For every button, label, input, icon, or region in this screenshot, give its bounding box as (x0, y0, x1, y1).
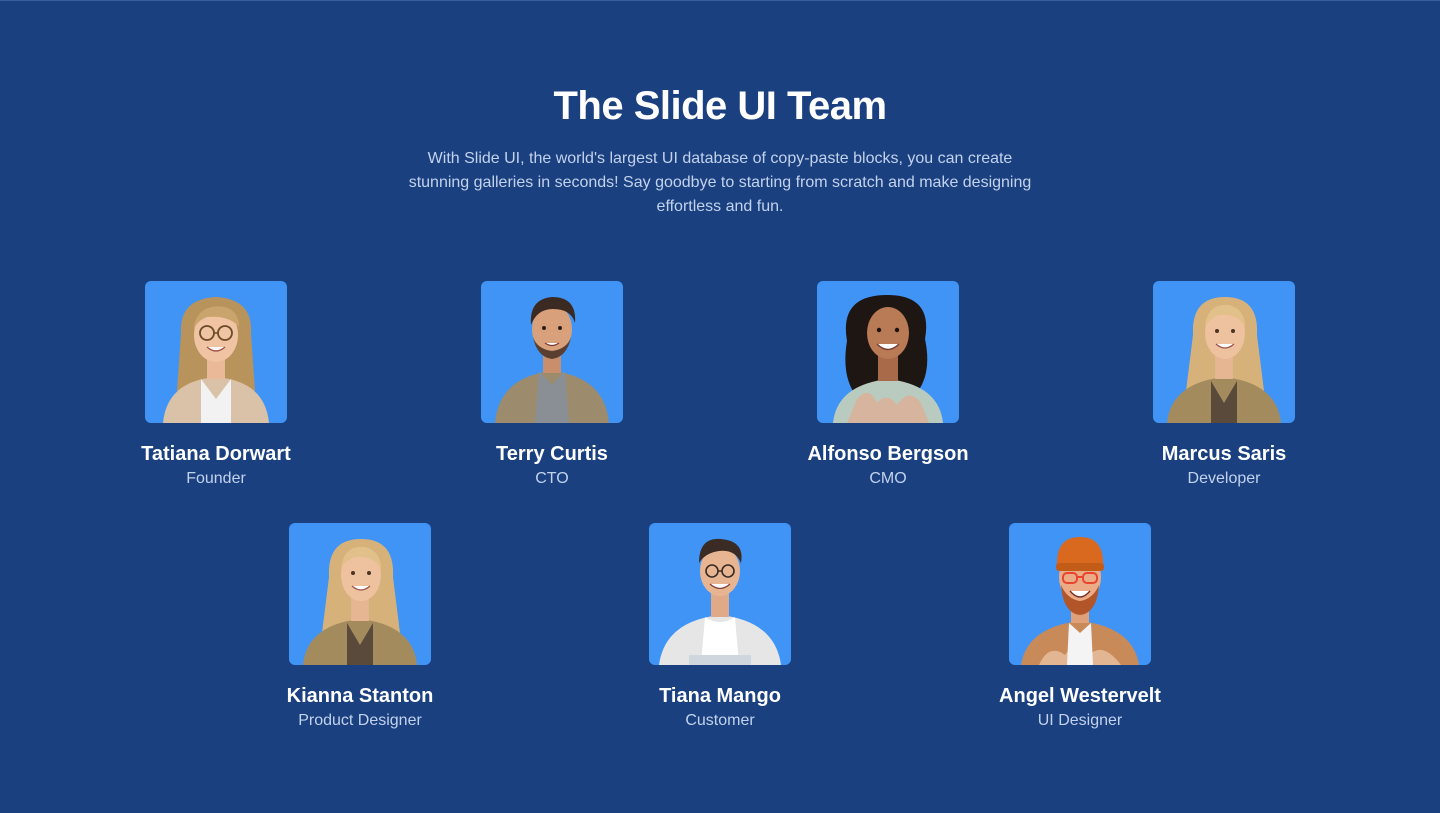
member-name: Tiana Mango (659, 685, 781, 707)
page-title: The Slide UI Team (553, 84, 887, 128)
member-role: CTO (535, 470, 569, 487)
man-glasses-portrait-icon (659, 538, 781, 665)
avatar (1153, 281, 1295, 423)
member-name: Alfonso Bergson (807, 443, 969, 465)
member-role: Developer (1187, 470, 1261, 487)
team-member-card: Terry Curtis CTO (432, 281, 672, 490)
team-member-card: Tiana Mango Customer (600, 523, 840, 732)
avatar (649, 523, 791, 665)
member-role: Product Designer (298, 712, 422, 729)
woman-glasses-portrait-icon (163, 297, 269, 423)
member-name: Angel Westervelt (999, 685, 1161, 707)
member-name: Tatiana Dorwart (141, 443, 291, 465)
avatar (817, 281, 959, 423)
member-name: Kianna Stanton (286, 685, 434, 707)
avatar (145, 281, 287, 423)
page-description: With Slide UI, the world's largest UI da… (408, 150, 1032, 215)
avatar (481, 281, 623, 423)
team-member-card: Marcus Saris Developer (1104, 281, 1344, 490)
member-role: Founder (186, 470, 246, 487)
team-member-card: Angel Westervelt UI Designer (960, 523, 1200, 732)
team-section: The Slide UI Team With Slide UI, the wor… (0, 0, 1440, 813)
member-name: Terry Curtis (496, 443, 608, 465)
avatar (1009, 523, 1151, 665)
man-beanie-glasses-portrait-icon (1021, 537, 1139, 665)
man-beard-portrait-icon (495, 297, 609, 423)
member-role: Customer (685, 712, 755, 729)
avatar (289, 523, 431, 665)
woman-blonde-portrait-icon (303, 539, 417, 665)
member-role: UI Designer (1037, 712, 1123, 729)
member-name: Marcus Saris (1161, 443, 1287, 465)
team-member-card: Tatiana Dorwart Founder (96, 281, 336, 490)
member-role: CMO (869, 470, 907, 487)
team-member-card: Alfonso Bergson CMO (768, 281, 1008, 490)
woman-curly-hair-portrait-icon (833, 295, 943, 423)
team-member-card: Kianna Stanton Product Designer (240, 523, 480, 732)
woman-blonde-portrait-icon (1167, 297, 1281, 423)
